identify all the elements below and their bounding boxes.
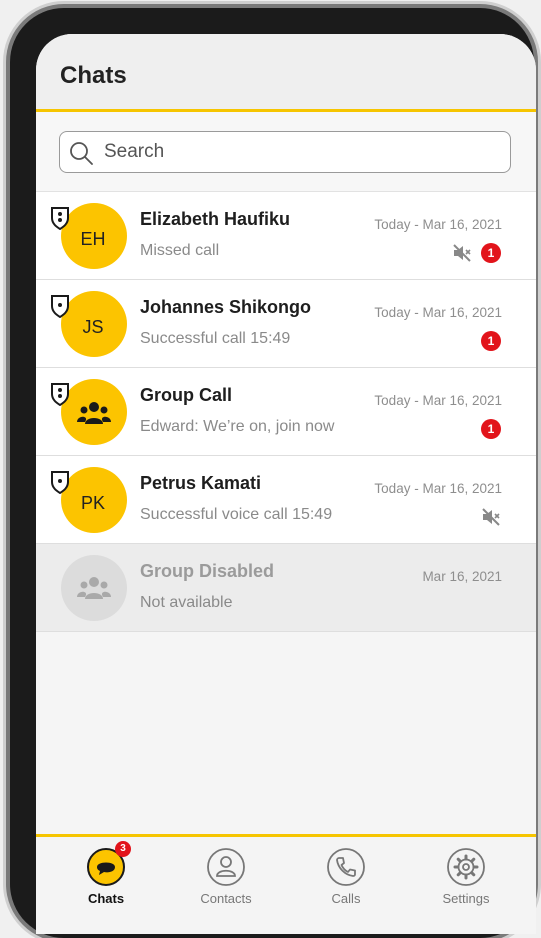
shield-basic-icon	[50, 294, 70, 323]
tab-label: Calls	[331, 891, 361, 906]
tab-settings[interactable]: Settings	[421, 847, 511, 906]
avatar-initials: JS	[82, 316, 104, 337]
chat-name: Group Call	[140, 385, 233, 405]
search-box[interactable]	[59, 131, 511, 173]
chat-name: Johannes Shikongo	[140, 297, 312, 317]
avatar: EH	[61, 203, 127, 269]
tab-chats[interactable]: 3 Chats	[61, 841, 151, 906]
chat-subtitle: Successful call 15:49	[140, 330, 291, 347]
chat-row-johannes-shikongo[interactable]: JS Johannes Shikongo Successful call 15:…	[36, 280, 536, 368]
chat-name: Group Disabled	[140, 561, 275, 581]
chat-subtitle: Successful voice call 15:49	[140, 506, 333, 523]
chat-row-group-call[interactable]: Group Call Edward: We’re on, join now To…	[36, 368, 536, 456]
bottom-nav: 3 Chats Contacts Calls Settings	[36, 834, 536, 934]
shield-strong-icon	[50, 382, 70, 411]
phone-frame: Chats EH Elizabeth Haufiku Missed call T…	[10, 8, 536, 938]
tab-label: Settings	[442, 891, 490, 906]
chats-unread-badge: 3	[115, 841, 131, 857]
search-icon	[69, 141, 93, 170]
chat-subtitle: Missed call	[140, 242, 220, 259]
group-icon	[77, 400, 111, 431]
app-header: Chats	[36, 34, 536, 112]
muted-speaker-icon	[480, 506, 502, 533]
tab-contacts[interactable]: Contacts	[181, 847, 271, 906]
tab-label: Contacts	[200, 891, 252, 906]
phone-icon	[326, 847, 366, 887]
chat-date: Mar 16, 2021	[422, 569, 502, 584]
avatar	[61, 555, 127, 621]
avatar-initials: EH	[80, 228, 106, 249]
avatar-initials: PK	[80, 492, 105, 513]
chat-date: Today - Mar 16, 2021	[374, 217, 502, 232]
chat-name: Elizabeth Haufiku	[140, 209, 291, 229]
chat-row-elizabeth-haufiku[interactable]: EH Elizabeth Haufiku Missed call Today -…	[36, 192, 536, 280]
muted-speaker-icon	[451, 242, 473, 269]
tab-label: Chats	[87, 891, 125, 906]
chat-name: Petrus Kamati	[140, 473, 262, 493]
shield-strong-icon	[50, 206, 70, 235]
chat-bubble-icon: 3	[86, 841, 131, 887]
unread-badge: 1	[481, 331, 501, 351]
avatar	[61, 379, 127, 445]
gear-icon	[446, 847, 486, 887]
app-screen: Chats EH Elizabeth Haufiku Missed call T…	[36, 34, 536, 934]
chat-date: Today - Mar 16, 2021	[374, 393, 502, 408]
chat-subtitle: Not available	[140, 594, 233, 611]
tab-calls[interactable]: Calls	[301, 847, 391, 906]
unread-badge: 1	[481, 419, 501, 439]
chat-row-petrus-kamati[interactable]: PK Petrus Kamati Successful voice call 1…	[36, 456, 536, 544]
group-icon	[77, 575, 111, 606]
chat-row-group-disabled: Group Disabled Not available Mar 16, 202…	[36, 544, 536, 632]
avatar: JS	[61, 291, 127, 357]
search-input[interactable]	[102, 138, 496, 166]
page-title: Chats	[60, 62, 127, 89]
chat-subtitle: Edward: We’re on, join now	[140, 418, 335, 435]
person-icon	[206, 847, 246, 887]
chat-list: EH Elizabeth Haufiku Missed call Today -…	[36, 192, 536, 632]
unread-badge: 1	[481, 243, 501, 263]
shield-basic-icon	[50, 470, 70, 499]
chat-date: Today - Mar 16, 2021	[374, 481, 502, 496]
search-bar-area	[36, 112, 536, 192]
chat-date: Today - Mar 16, 2021	[374, 305, 502, 320]
avatar: PK	[61, 467, 127, 533]
